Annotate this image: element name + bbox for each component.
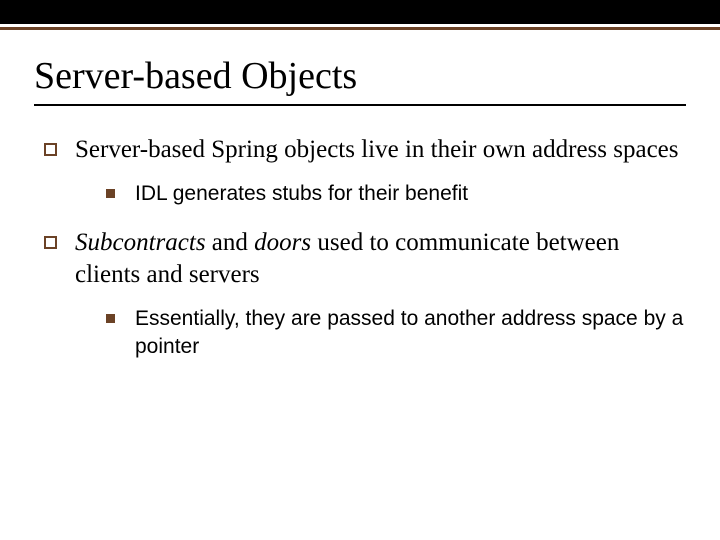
bullet-level1: Server-based Spring objects live in thei…	[44, 134, 686, 166]
bullet-text: Essentially, they are passed to another …	[135, 305, 686, 360]
top-bar	[0, 0, 720, 24]
filled-square-icon	[106, 189, 115, 198]
slide-title: Server-based Objects	[34, 54, 686, 98]
filled-square-icon	[106, 314, 115, 323]
bullet-level2: IDL generates stubs for their benefit	[106, 180, 686, 207]
bullet-level1: Subcontracts and doors used to communica…	[44, 227, 686, 291]
bullet-text: Server-based Spring objects live in thei…	[75, 134, 679, 166]
hollow-square-icon	[44, 143, 57, 156]
slide-content: Server-based Objects Server-based Spring…	[0, 30, 720, 360]
bullet-text: IDL generates stubs for their benefit	[135, 180, 468, 207]
hollow-square-icon	[44, 236, 57, 249]
bullet-text: Subcontracts and doors used to communica…	[75, 227, 686, 291]
title-underline	[34, 104, 686, 106]
bullet-level2: Essentially, they are passed to another …	[106, 305, 686, 360]
